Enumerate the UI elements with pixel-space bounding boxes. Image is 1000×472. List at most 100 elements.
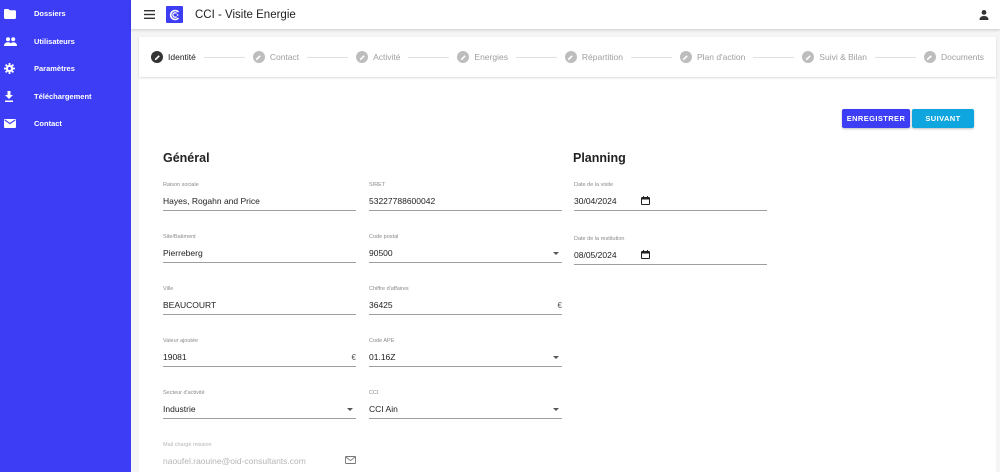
ville-field[interactable]: Ville BEAUCOURT <box>163 286 356 315</box>
field-value: 53227788600042 <box>369 195 562 207</box>
step-connector <box>875 56 916 58</box>
step-label: Plan d'action <box>696 52 746 62</box>
calendar-icon[interactable] <box>641 195 650 207</box>
gear-icon <box>4 63 26 75</box>
field-label: Valeur ajoutée <box>163 338 199 344</box>
section-title-planning: Planning <box>573 151 626 165</box>
field-underline <box>574 210 767 211</box>
date-restitution-value: 08/05/2024 <box>574 250 617 260</box>
field-value: CCI Ain <box>369 403 562 415</box>
field-underline <box>163 314 356 315</box>
field-value: 08/05/2024 <box>574 249 767 261</box>
raison-sociale-field[interactable]: Raison sociale Hayes, Rogahn and Price <box>163 182 356 211</box>
field-label: CCI <box>369 390 379 396</box>
field-label: Date de la visite <box>574 182 614 188</box>
field-value: Hayes, Rogahn and Price <box>163 195 356 207</box>
sidebar-item-telechargement[interactable]: Téléchargement <box>0 83 131 111</box>
step-connector <box>631 56 672 58</box>
code-postal-select[interactable]: Code postal 90500 <box>369 234 562 263</box>
cci-select[interactable]: CCI CCI Ain <box>369 390 562 419</box>
sidebar-item-label: Paramètres <box>34 64 75 74</box>
field-underline <box>369 418 562 419</box>
field-label: Code APE <box>369 338 395 344</box>
step-documents[interactable]: Documents <box>923 51 984 63</box>
step-label: Identité <box>168 52 196 62</box>
field-underline <box>163 262 356 263</box>
field-value: BEAUCOURT <box>163 299 356 311</box>
field-label: SIRET <box>369 182 386 188</box>
field-underline <box>369 210 562 211</box>
calendar-icon[interactable] <box>641 249 650 261</box>
chevron-down-icon <box>553 407 559 411</box>
sidebar-item-label: Dossiers <box>34 9 66 19</box>
step-label: Suivi & Bilan <box>819 52 868 62</box>
step-energies[interactable]: Energies <box>457 51 508 63</box>
date-visite-field[interactable]: Date de la visite 30/04/2024 <box>574 182 767 211</box>
user-account-icon[interactable] <box>978 8 990 20</box>
step-connector <box>408 56 450 58</box>
siret-value: 53227788600042 <box>369 196 436 206</box>
step-connector <box>515 56 557 58</box>
site-value: Pierreberg <box>163 248 203 258</box>
pencil-icon <box>252 51 265 63</box>
date-restitution-field[interactable]: Date de la restitution 08/05/2024 <box>574 236 767 265</box>
step-label: Répartition <box>581 52 624 62</box>
sidebar-item-contact[interactable]: Contact <box>0 110 131 138</box>
users-icon <box>4 37 26 46</box>
app-title: CCI - Visite Energie <box>195 8 296 21</box>
step-contact[interactable]: Contact <box>252 51 300 63</box>
step-label: Contact <box>269 52 300 62</box>
field-label: Mail chargé mission <box>163 442 212 448</box>
valeur-ajoutee-field[interactable]: Valeur ajoutée 19081 € <box>163 338 356 367</box>
chevron-down-icon <box>347 407 353 411</box>
pencil-icon <box>679 51 692 63</box>
step-identite[interactable]: Identité <box>151 51 196 63</box>
section-title-general: Général <box>163 151 210 165</box>
field-label: Site/Batiment <box>163 234 196 240</box>
pencil-icon <box>151 51 163 63</box>
step-label: Energies <box>474 52 508 62</box>
field-underline <box>163 210 356 211</box>
step-connector <box>307 56 349 58</box>
field-underline <box>369 366 562 367</box>
pencil-icon <box>802 51 815 63</box>
pencil-icon <box>356 51 369 63</box>
field-value: 19081 € <box>163 351 356 363</box>
code-ape-select[interactable]: Code APE 01.16Z <box>369 338 562 367</box>
chiffre-affaires-value: 36425 <box>369 300 393 310</box>
secteur-value: Industrie <box>163 404 196 414</box>
secteur-activite-select[interactable]: Secteur d'activité Industrie <box>163 390 356 419</box>
next-button[interactable]: SUIVANT <box>912 109 974 128</box>
field-label: Raison sociale <box>163 182 199 188</box>
step-suivi-bilan[interactable]: Suivi & Bilan <box>802 51 867 63</box>
ville-value: BEAUCOURT <box>163 300 217 310</box>
field-label: Code postal <box>369 234 399 240</box>
chiffre-affaires-field[interactable]: Chiffre d'affaires 36425 € <box>369 286 562 315</box>
stepper: Identité Contact Activité Energies Répar… <box>139 37 996 77</box>
step-repartition[interactable]: Répartition <box>564 51 624 63</box>
code-postal-value: 90500 <box>369 248 393 258</box>
pencil-icon <box>564 51 577 63</box>
site-batiment-field[interactable]: Site/Batiment Pierreberg <box>163 234 356 263</box>
sidebar-item-parametres[interactable]: Paramètres <box>0 55 131 83</box>
menu-icon[interactable] <box>144 9 156 21</box>
step-activite[interactable]: Activité <box>356 51 400 63</box>
field-value: 30/04/2024 <box>574 195 767 207</box>
siret-field[interactable]: SIRET 53227788600042 <box>369 182 562 211</box>
mail-icon <box>345 456 356 466</box>
field-underline <box>163 366 356 367</box>
download-icon <box>4 90 26 102</box>
sidebar-item-label: Contact <box>34 119 62 129</box>
sidebar-item-utilisateurs[interactable]: Utilisateurs <box>0 28 131 56</box>
sidebar-item-dossiers[interactable]: Dossiers <box>0 0 131 28</box>
step-plan-action[interactable]: Plan d'action <box>679 51 746 63</box>
mail-charge-mission-field: Mail chargé mission naoufel.raouine@oid-… <box>163 442 356 467</box>
main-content: Identité Contact Activité Energies Répar… <box>131 29 1000 472</box>
save-button[interactable]: ENREGISTRER <box>842 109 910 128</box>
sidebar-item-label: Utilisateurs <box>34 36 75 46</box>
valeur-ajoutee-value: 19081 <box>163 352 187 362</box>
chevron-down-icon <box>553 251 559 255</box>
step-connector <box>203 56 245 58</box>
cci-value: CCI Ain <box>369 404 398 414</box>
step-label: Documents <box>940 52 984 62</box>
